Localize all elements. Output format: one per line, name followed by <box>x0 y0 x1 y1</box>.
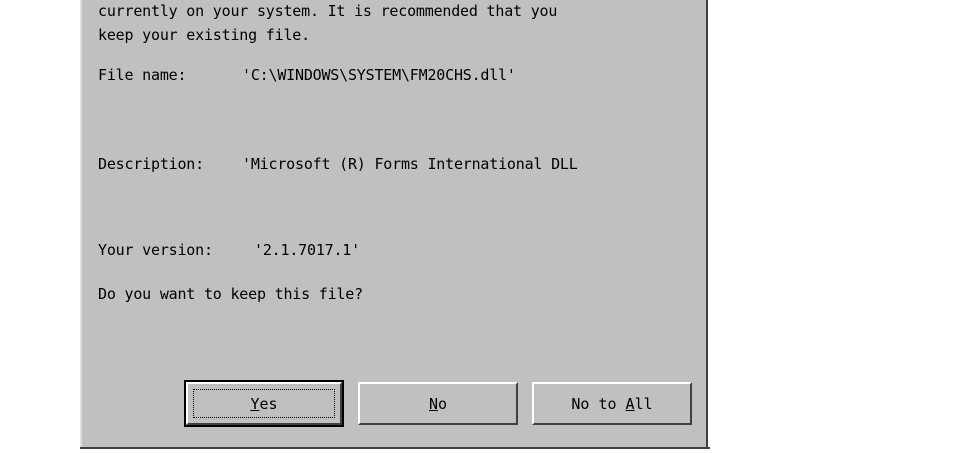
yes-button[interactable]: Yes <box>184 380 344 427</box>
no-label-rest: o <box>438 394 448 413</box>
no-button[interactable]: No <box>358 382 518 425</box>
no-to-all-mnemonic: A <box>625 394 635 413</box>
description-label: Description: <box>98 155 204 173</box>
no-to-all-label-rest: ll <box>634 394 653 413</box>
file-name-label: File name: <box>98 66 187 84</box>
description-value: 'Microsoft (R) Forms International DLL <box>242 155 578 173</box>
version-label: Your version: <box>98 241 213 259</box>
keep-file-question: Do you want to keep this file? <box>98 285 363 303</box>
no-button-label: No <box>429 395 447 413</box>
file-name-value: 'C:\WINDOWS\SYSTEM\FM20CHS.dll' <box>242 66 516 84</box>
version-value: '2.1.7017.1' <box>254 241 360 259</box>
yes-button-label: Yes <box>250 395 277 413</box>
no-mnemonic: N <box>428 394 438 413</box>
yes-label-rest: es <box>259 394 278 413</box>
no-to-all-button[interactable]: No to All <box>532 382 692 425</box>
message-line-1: currently on your system. It is recommen… <box>98 2 558 20</box>
dialog-bottom-border <box>80 447 710 449</box>
no-to-all-prefix: No to <box>571 394 626 413</box>
message-line-2: keep your existing file. <box>98 26 310 44</box>
no-to-all-button-label: No to All <box>571 395 652 413</box>
